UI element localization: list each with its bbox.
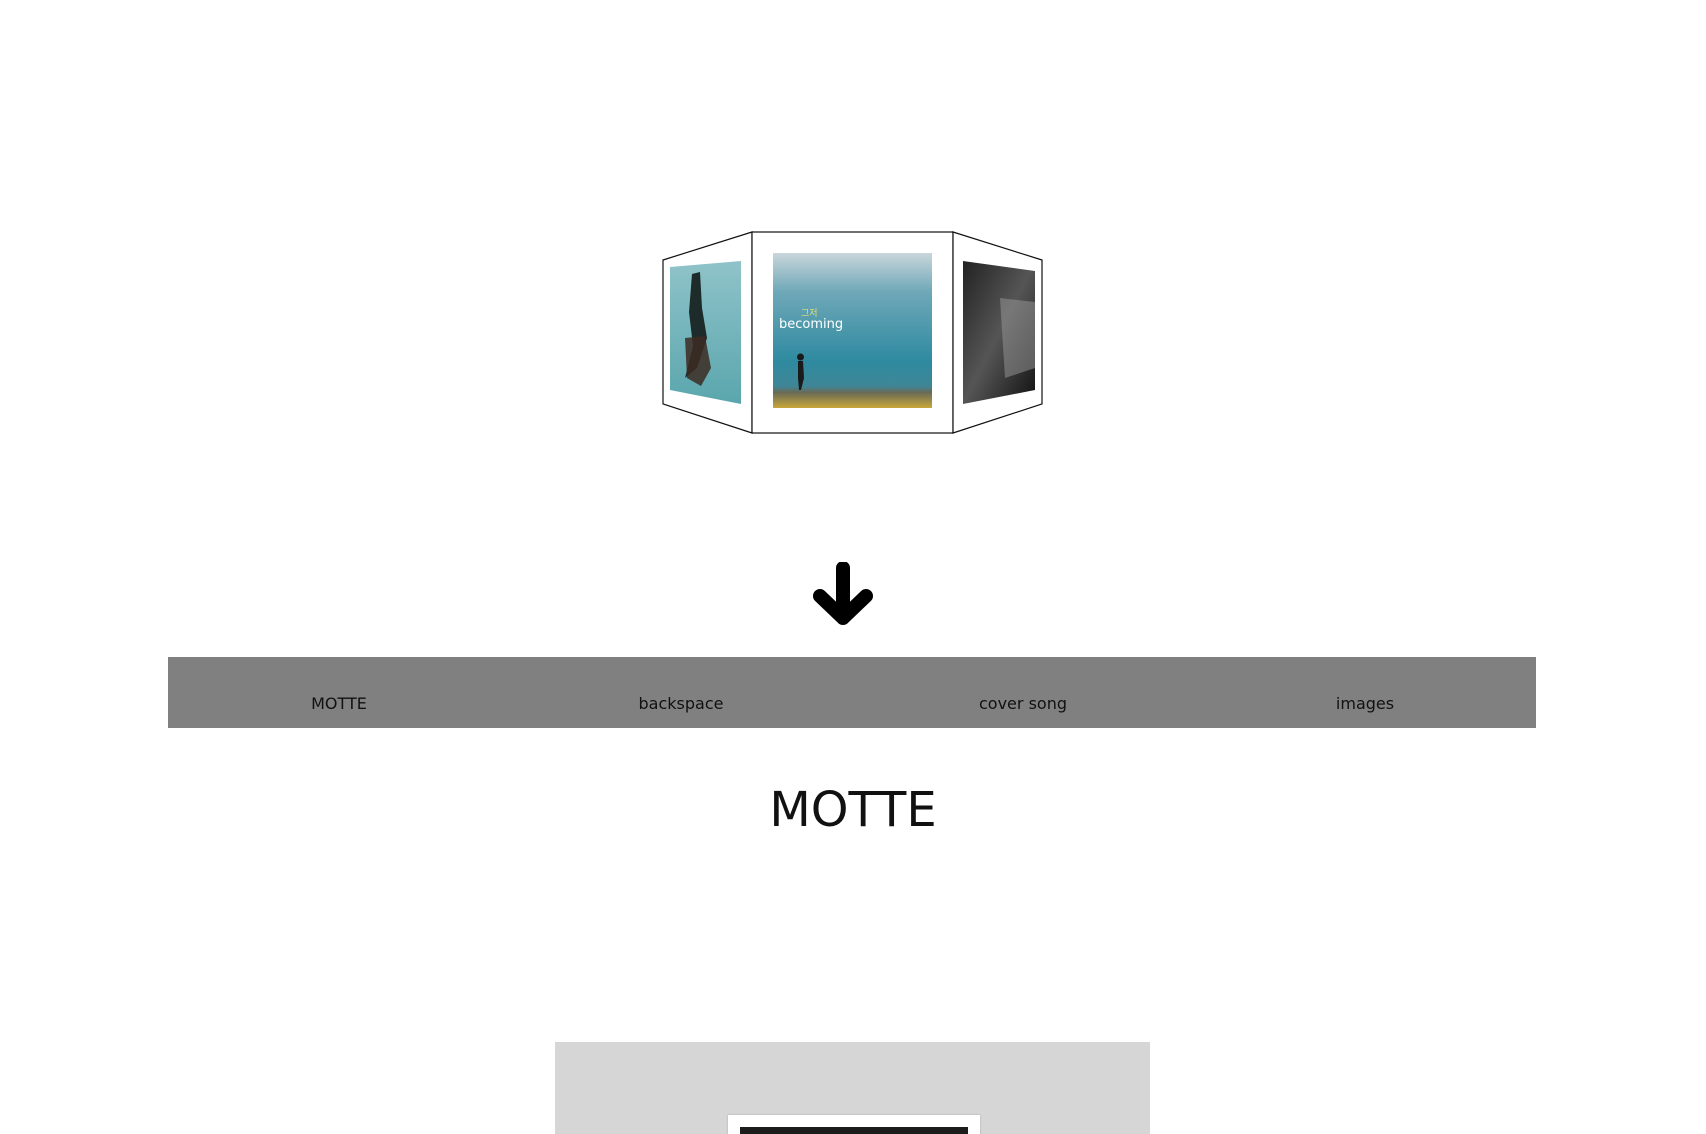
nav-item-images[interactable]: images xyxy=(1194,657,1536,728)
album-carousel[interactable]: 그저 becoming xyxy=(655,228,1043,434)
album-cover-right[interactable] xyxy=(952,231,1043,434)
album-cover-left[interactable] xyxy=(662,231,753,434)
arrow-down-icon[interactable] xyxy=(810,561,876,628)
album-center-caption: becoming xyxy=(779,317,843,332)
album-cover-center[interactable]: 그저 becoming xyxy=(751,231,954,434)
page: 그저 becoming MOTTE backspace cover song i… xyxy=(0,0,1706,1134)
nav-item-backspace[interactable]: backspace xyxy=(510,657,852,728)
nav-item-cover-song[interactable]: cover song xyxy=(852,657,1194,728)
album-print-image xyxy=(740,1127,968,1134)
section-title: MOTTE xyxy=(769,782,937,838)
album-print xyxy=(728,1115,980,1134)
main-navbar: MOTTE backspace cover song images xyxy=(168,657,1536,728)
album-image-card xyxy=(555,1042,1150,1134)
nav-item-motte[interactable]: MOTTE xyxy=(168,657,510,728)
